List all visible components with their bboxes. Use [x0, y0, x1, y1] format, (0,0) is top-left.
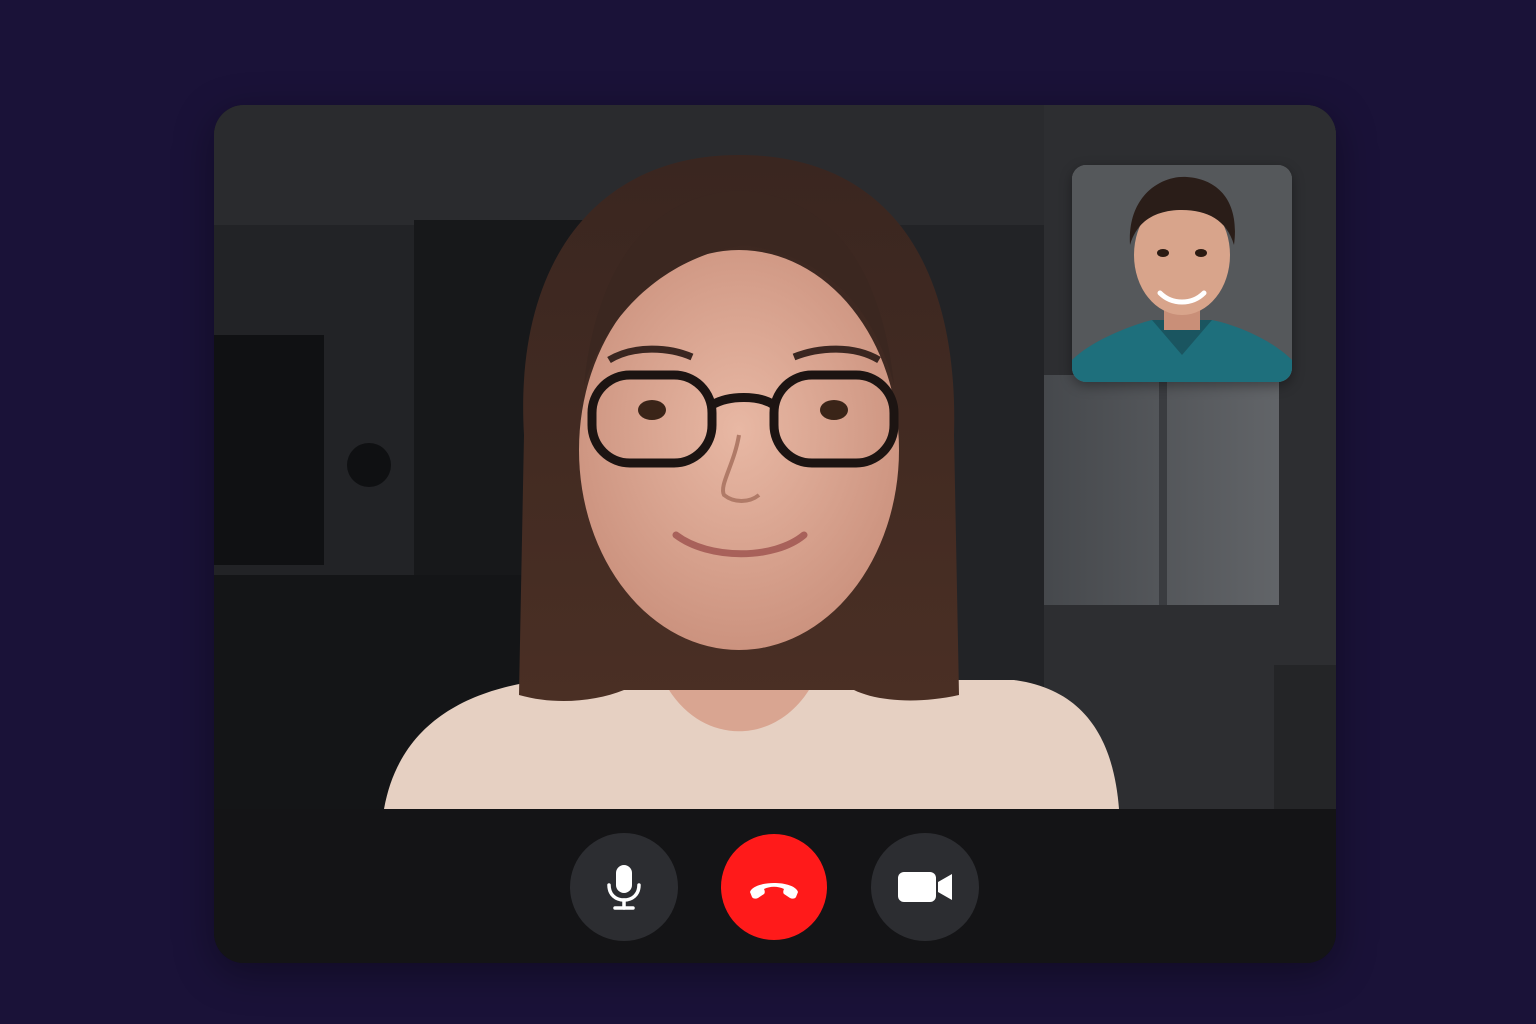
microphone-icon [607, 865, 641, 910]
call-control-bar [214, 809, 1336, 963]
self-view-image [1072, 165, 1292, 382]
mute-button[interactable] [570, 833, 678, 941]
video-camera-icon [898, 872, 952, 902]
video-call-window [214, 105, 1336, 963]
self-view-video[interactable] [1072, 165, 1292, 382]
end-call-button[interactable] [721, 834, 827, 940]
camera-button[interactable] [871, 833, 979, 941]
phone-hangup-icon [750, 883, 798, 899]
